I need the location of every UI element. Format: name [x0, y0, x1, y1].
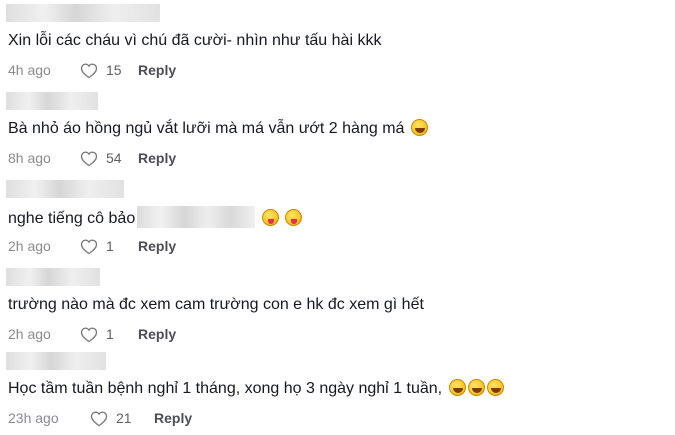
heart-icon[interactable]	[80, 326, 98, 343]
comment-text-line: Bà nhỏ áo hồng ngủ vắt lưỡi mà má vẫn ướ…	[8, 118, 428, 140]
comment-meta: 4h ago 15 Reply	[8, 60, 176, 80]
comment-meta: 2h ago 1 Reply	[8, 236, 176, 256]
comment-text-line: nghe tiếng cô bảo	[8, 206, 303, 230]
username-blurred[interactable]	[6, 4, 160, 22]
laughing-face-icon	[467, 379, 485, 396]
reply-button[interactable]: Reply	[138, 326, 176, 342]
reply-button[interactable]: Reply	[138, 238, 176, 254]
comment-text: Xin lỗi các cháu vì chú đã cười- nhìn nh…	[8, 32, 382, 49]
comment-text: nghe tiếng cô bảo	[8, 210, 136, 227]
laughing-face-icon	[486, 379, 504, 396]
reply-button[interactable]: Reply	[138, 150, 176, 166]
comment-timestamp: 4h ago	[8, 62, 51, 78]
like-count: 54	[106, 150, 122, 166]
comment-timestamp: 2h ago	[8, 326, 51, 342]
tongue-face-icon	[261, 209, 279, 226]
reply-button[interactable]: Reply	[154, 410, 192, 426]
comment-meta: 23h ago 21 Reply	[8, 408, 192, 428]
username-blurred[interactable]	[6, 352, 106, 370]
heart-icon[interactable]	[80, 238, 98, 255]
comment-timestamp: 23h ago	[8, 410, 59, 426]
like-count: 21	[116, 410, 132, 426]
username-blurred[interactable]	[6, 92, 98, 110]
like-count: 1	[106, 238, 114, 254]
username-blurred[interactable]	[6, 268, 100, 286]
comment-meta: 8h ago 54 Reply	[8, 148, 176, 168]
comment-meta: 2h ago 1 Reply	[8, 324, 176, 344]
comment-text: Học tầm tuần bệnh nghỉ 1 tháng, xong họ …	[8, 380, 443, 397]
like-count: 15	[106, 62, 122, 78]
redacted-text-blur	[137, 206, 256, 228]
laughing-face-icon	[448, 379, 466, 396]
tongue-face-icon	[285, 209, 303, 226]
comment-text-line: Học tầm tuần bệnh nghỉ 1 tháng, xong họ …	[8, 378, 504, 400]
laughing-face-icon	[410, 119, 428, 136]
username-blurred[interactable]	[6, 180, 124, 198]
heart-icon[interactable]	[80, 62, 98, 79]
like-count: 1	[106, 326, 114, 342]
comment-text: trường nào mà đc xem cam trường con e hk…	[8, 296, 424, 313]
heart-icon[interactable]	[80, 150, 98, 167]
comment-timestamp: 8h ago	[8, 150, 51, 166]
heart-icon[interactable]	[90, 410, 108, 427]
comment-text: Bà nhỏ áo hồng ngủ vắt lưỡi mà má vẫn ướ…	[8, 120, 405, 137]
comment-timestamp: 2h ago	[8, 238, 51, 254]
reply-button[interactable]: Reply	[138, 62, 176, 78]
